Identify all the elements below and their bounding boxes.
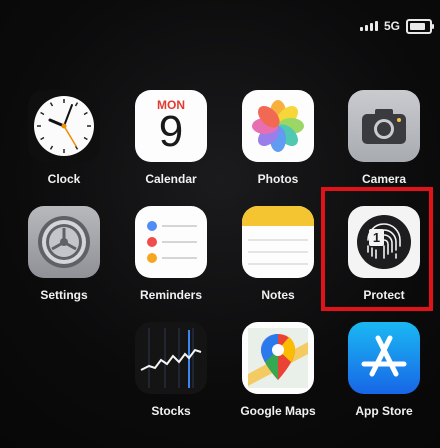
battery-icon [406, 18, 434, 34]
status-bar: 5G [359, 18, 434, 34]
app-label: Google Maps [240, 404, 316, 418]
notes-icon [242, 206, 314, 278]
calendar-date: 9 [158, 107, 184, 156]
calendar-icon: MON 9 [135, 90, 207, 162]
app-photos[interactable]: Photos [235, 90, 321, 200]
photos-icon [242, 90, 314, 162]
home-screen: 5G Clock MON 9 Calendar Photos Camera Se… [0, 0, 440, 448]
network-type: 5G [383, 19, 400, 33]
settings-icon [28, 206, 100, 278]
clock-icon [28, 90, 100, 162]
app-notes[interactable]: Notes [235, 206, 321, 316]
cellular-signal-icon [359, 21, 378, 31]
app-app-store[interactable]: App Store [341, 322, 427, 432]
app-label: Calendar [145, 172, 197, 186]
highlight-box [321, 187, 433, 311]
app-clock[interactable]: Clock [21, 90, 107, 200]
app-label: Photos [257, 172, 299, 186]
app-label: Stocks [151, 404, 191, 418]
app-store-icon [348, 322, 420, 394]
app-google-maps[interactable]: Google Maps [235, 322, 321, 432]
map-pin-icon [242, 322, 314, 394]
app-label: Reminders [139, 288, 203, 302]
app-calendar[interactable]: MON 9 Calendar [128, 90, 214, 200]
app-stocks[interactable]: Stocks [128, 322, 214, 432]
app-label: App Store [355, 404, 413, 418]
app-reminders[interactable]: Reminders [128, 206, 214, 316]
app-camera[interactable]: Camera [341, 90, 427, 200]
app-settings[interactable]: Settings [21, 206, 107, 316]
stocks-icon [135, 322, 207, 394]
app-label: Notes [261, 288, 295, 302]
app-label: Camera [361, 172, 407, 186]
camera-icon [348, 90, 420, 162]
app-label: Clock [47, 172, 81, 186]
reminders-icon [135, 206, 207, 278]
app-label: Settings [40, 288, 88, 302]
